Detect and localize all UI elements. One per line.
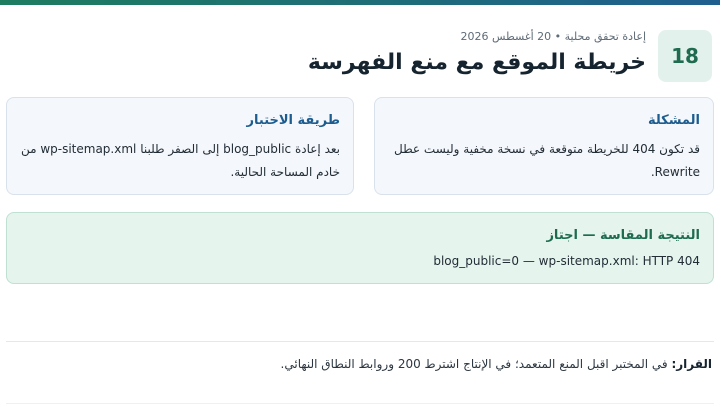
test-method-body: بعد إعادة blog_public إلى الصفر طلبنا wp… [20,142,340,179]
problem-body: قد تكون 404 للخريطة متوقعة في نسخة مخفية… [394,142,700,179]
measured-result-body: blog_public=0 — wp-sitemap.xml: HTTP 404 [433,254,700,268]
slide-number-badge: 18 [658,30,712,82]
slide-meta: إعادة تحقق محلية • 20 أغسطس 2026 [460,30,646,43]
divider [6,341,714,342]
test-method-heading: طريقة الاختبار [246,113,340,128]
measured-result-card: النتيجة المقاسة — اجتاز blog_public=0 — … [6,212,714,284]
page-title: خريطة الموقع مع منع الفهرسة [307,50,646,75]
measured-result-heading: النتيجة المقاسة — اجتاز [546,228,700,243]
decision-text: في المختبر اقبل المنع المتعمد؛ في الإنتا… [280,357,668,371]
decision-line: القرار: في المختبر اقبل المنع المتعمد؛ ف… [281,357,712,371]
decision-label: القرار: [671,357,712,371]
slide-header: 18 إعادة تحقق محلية • 20 أغسطس 2026 خريط… [8,24,712,86]
bottom-divider [6,403,714,404]
problem-card: المشكلة قد تكون 404 للخريطة متوقعة في نس… [374,97,714,195]
problem-heading: المشكلة [647,113,700,128]
top-accent-bar [0,0,720,5]
test-method-card: طريقة الاختبار بعد إعادة blog_public إلى… [6,97,354,195]
